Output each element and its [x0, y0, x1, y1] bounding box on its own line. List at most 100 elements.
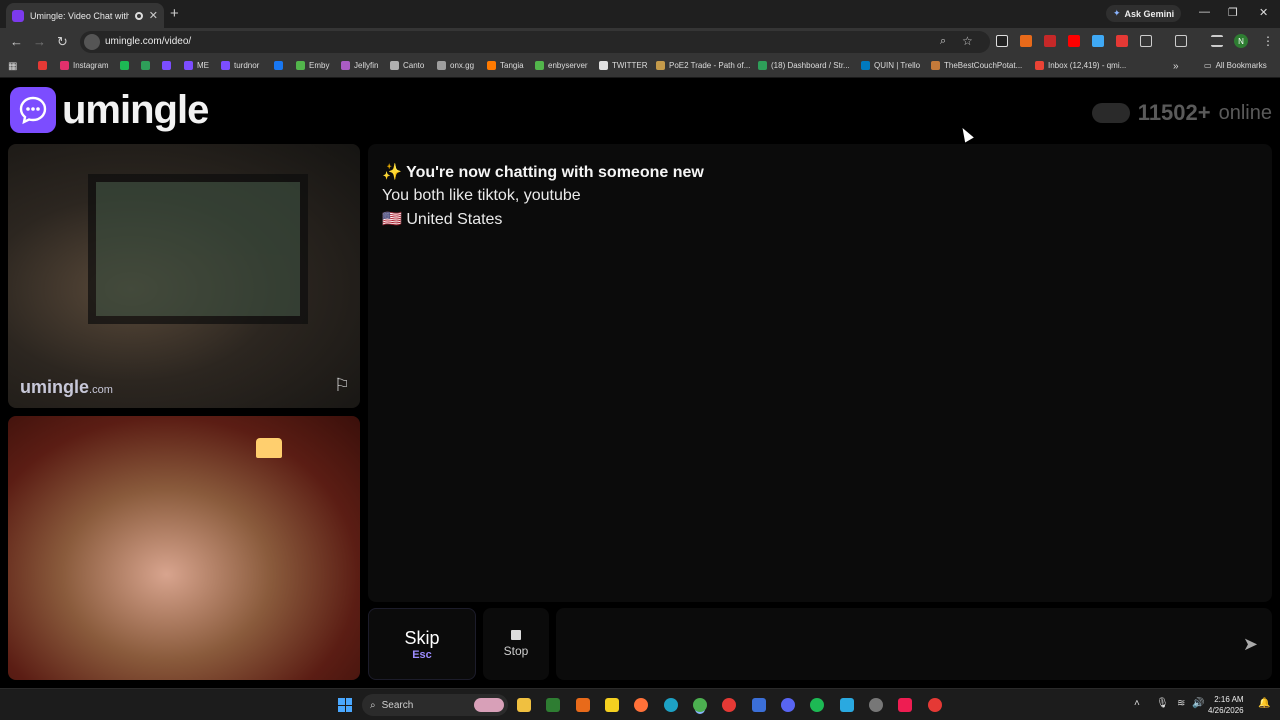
sparkles-icon: ✨ [382, 164, 402, 181]
zoom-icon[interactable]: ⌕ [940, 35, 946, 48]
url-text: umingle.com/video/ [105, 36, 192, 47]
notepad-icon[interactable] [840, 698, 854, 712]
clock-date: 4/26/2026 [1208, 706, 1244, 715]
discord-icon[interactable] [781, 698, 795, 712]
stop-button[interactable]: Stop [483, 608, 549, 680]
extension-k-icon[interactable] [996, 35, 1008, 47]
bookmark-label: TheBestCouchPotat... [944, 61, 1023, 70]
bookmark-favicon-icon [758, 61, 767, 70]
app-icon-blue[interactable] [752, 698, 766, 712]
app-icon-red[interactable] [928, 698, 942, 712]
bookmark-item[interactable] [162, 61, 171, 70]
bookmark-item[interactable]: PoE2 Trade - Path of... [656, 61, 750, 70]
extension-youtube-icon[interactable] [1068, 35, 1080, 47]
forward-icon[interactable]: → [33, 34, 46, 49]
bookmark-favicon-icon [599, 61, 608, 70]
back-icon[interactable]: ← [10, 34, 23, 49]
new-tab-button[interactable]: + [170, 5, 179, 22]
all-bookmarks-button[interactable]: ▭ All Bookmarks [1204, 61, 1267, 70]
site-info-icon[interactable] [84, 34, 100, 50]
bookmark-item[interactable]: Jellyfin [341, 61, 378, 70]
bookmark-item[interactable] [274, 61, 283, 70]
maximize-icon[interactable]: ❐ [1228, 6, 1238, 19]
browser-tab[interactable]: Umingle: Video Chat with St ✕ [6, 3, 164, 28]
bookmark-item[interactable] [38, 61, 47, 70]
apps-grid-icon[interactable]: ▦ [8, 61, 17, 72]
background-picture-frame [88, 174, 308, 324]
bookmark-item[interactable]: TheBestCouchPotat... [931, 61, 1022, 70]
cast-icon[interactable] [1175, 35, 1187, 47]
taskbar-search-label: Search [381, 699, 414, 711]
tab-title: Umingle: Video Chat with St [30, 10, 129, 21]
taskbar-search[interactable]: ⌕ Search [362, 694, 508, 716]
volume-icon[interactable]: 🔊 [1192, 698, 1204, 709]
bookmark-item[interactable]: QUIN | Trello [861, 61, 920, 70]
media-controls-icon[interactable] [1211, 35, 1223, 47]
bookmark-item[interactable] [120, 61, 129, 70]
firefox-icon[interactable] [634, 698, 648, 712]
more-bookmarks-icon[interactable]: » [1173, 61, 1179, 72]
profile-avatar[interactable]: N [1234, 34, 1248, 48]
bookmark-item[interactable]: Tangia [487, 61, 524, 70]
app-icon-orange[interactable] [576, 698, 590, 712]
extension-fox-icon[interactable] [1020, 35, 1032, 47]
minimize-icon[interactable]: — [1199, 6, 1210, 18]
windows-start-icon[interactable] [338, 698, 352, 712]
bookmark-item[interactable]: TWITTER [599, 61, 648, 70]
report-flag-icon[interactable]: ⚐ [334, 375, 350, 396]
skip-label: Skip [404, 627, 440, 648]
tiktok-icon[interactable] [898, 698, 912, 712]
bookmark-item[interactable]: Instagram [60, 61, 109, 70]
chrome-icon[interactable] [693, 698, 707, 712]
bookmark-item[interactable]: ME [184, 61, 209, 70]
bookmark-item[interactable]: (18) Dashboard / Str... [758, 61, 850, 70]
online-count: 11502+ [1137, 100, 1211, 125]
extension-red-icon[interactable] [1044, 35, 1056, 47]
bookmark-item[interactable]: turdnor [221, 61, 259, 70]
bookmark-label: ME [197, 61, 209, 70]
stop-label: Stop [503, 644, 529, 658]
media-player-icon[interactable] [546, 698, 560, 712]
extensions-puzzle-icon[interactable] [1140, 35, 1152, 47]
chat-panel: ✨ You're now chatting with someone new Y… [368, 144, 1272, 602]
ask-gemini-button[interactable]: ✦ Ask Gemini [1106, 5, 1182, 22]
bookmark-label: Emby [309, 61, 330, 70]
taskbar-clock[interactable]: 2:16 AM 4/26/2026 [1208, 694, 1244, 716]
microphone-icon[interactable]: 🎙 [1156, 698, 1169, 709]
send-icon[interactable]: ➤ [1243, 634, 1258, 655]
extension-shield-icon[interactable] [1116, 35, 1128, 47]
close-tab-icon[interactable]: ✕ [149, 9, 158, 22]
bookmark-favicon-icon [184, 61, 193, 70]
reload-icon[interactable]: ↻ [57, 34, 68, 50]
browser-menu-icon[interactable]: ⋮ [1262, 34, 1274, 48]
theme-toggle[interactable] [1091, 103, 1130, 123]
bookmark-item[interactable]: enbyserver [535, 61, 588, 70]
bookmark-item[interactable]: Inbox (12,419) - qmi... [1035, 61, 1126, 70]
wifi-icon[interactable]: ≋ [1177, 698, 1185, 709]
file-explorer-icon[interactable] [517, 698, 531, 712]
window-close-icon[interactable]: ✕ [1259, 6, 1268, 19]
mouse-cursor-icon [958, 125, 974, 143]
umingle-logo[interactable]: umingle [10, 87, 209, 133]
system-message-title: ✨ You're now chatting with someone new [382, 162, 704, 182]
bookmark-item[interactable] [141, 61, 150, 70]
notifications-icon[interactable]: 🔔 [1258, 698, 1270, 709]
edge-icon[interactable] [664, 698, 678, 712]
extension-blue-icon[interactable] [1092, 35, 1104, 47]
address-bar[interactable]: umingle.com/video/ ⌕ ☆ [80, 31, 990, 53]
bookmark-favicon-icon [931, 61, 940, 70]
skip-button[interactable]: Skip Esc [368, 608, 476, 680]
bookmark-star-icon[interactable]: ☆ [962, 34, 973, 48]
bookmark-favicon-icon [120, 61, 129, 70]
new-chat-text: You're now chatting with someone new [406, 164, 704, 181]
opera-icon[interactable] [722, 698, 736, 712]
message-input[interactable] [568, 630, 1208, 658]
bookmark-item[interactable]: onx.gg [437, 61, 474, 70]
spotify-icon[interactable] [810, 698, 824, 712]
bookmark-favicon-icon [535, 61, 544, 70]
tray-overflow-icon[interactable]: ˄ [1134, 698, 1140, 709]
sticky-notes-icon[interactable] [605, 698, 619, 712]
obs-icon[interactable] [869, 698, 883, 712]
bookmark-item[interactable]: Canto [390, 61, 424, 70]
bookmark-item[interactable]: Emby [296, 61, 329, 70]
